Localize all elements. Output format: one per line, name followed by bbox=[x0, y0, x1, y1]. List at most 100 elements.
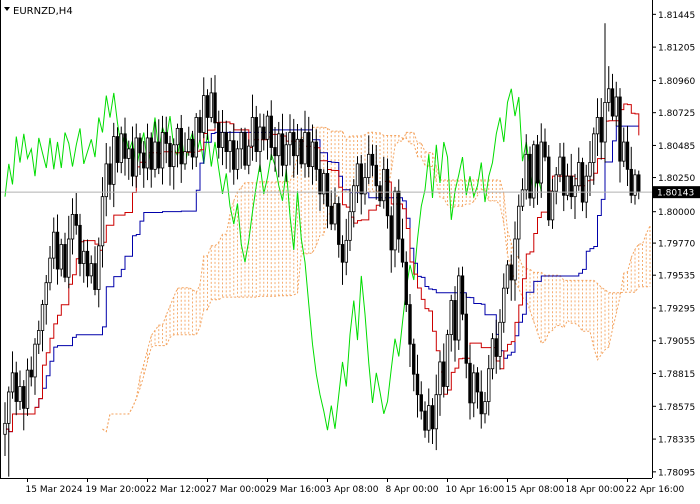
candle-body bbox=[599, 117, 603, 143]
candle-body bbox=[100, 196, 105, 247]
candle-body bbox=[33, 343, 37, 378]
candle-body bbox=[573, 185, 577, 198]
candle-body bbox=[637, 174, 641, 192]
candle-body bbox=[67, 238, 71, 278]
candle-body bbox=[307, 132, 311, 168]
candle-body bbox=[295, 138, 300, 157]
candle-body bbox=[445, 334, 450, 387]
candle-body bbox=[370, 153, 375, 166]
candle-body bbox=[348, 211, 352, 241]
candle-body bbox=[449, 300, 453, 336]
candle-body bbox=[524, 153, 528, 191]
time-tick-label: 8 Apr 00:00 bbox=[386, 485, 439, 495]
candle-body bbox=[48, 257, 52, 284]
candle-body bbox=[322, 173, 326, 195]
candle-body bbox=[123, 133, 127, 159]
candle-body bbox=[505, 264, 510, 289]
candle-body bbox=[153, 141, 157, 170]
candle-body bbox=[554, 174, 558, 192]
candle-body bbox=[217, 122, 221, 148]
candle-body bbox=[18, 386, 22, 402]
candle-body bbox=[472, 372, 476, 404]
price-tick-label: 1.78335 bbox=[658, 436, 695, 446]
candle-body bbox=[355, 163, 360, 187]
price-tick-label: 1.78095 bbox=[658, 468, 695, 478]
candle-body bbox=[7, 391, 11, 424]
symbol-header[interactable]: EURNZD,H4 bbox=[4, 6, 73, 17]
candle-body bbox=[82, 250, 86, 264]
candle-body bbox=[318, 168, 322, 195]
price-tick-label: 1.79770 bbox=[658, 240, 695, 250]
candle-body bbox=[164, 132, 168, 144]
candle-body bbox=[55, 231, 60, 270]
candle-body bbox=[423, 410, 427, 431]
candle-body bbox=[397, 190, 401, 240]
candle-body bbox=[580, 162, 585, 203]
candle-body bbox=[179, 127, 183, 165]
candle-body bbox=[202, 95, 206, 133]
candle-body bbox=[115, 136, 120, 163]
candle-body bbox=[160, 132, 165, 169]
candle-body bbox=[112, 136, 116, 185]
candle-body bbox=[333, 203, 337, 225]
candle-body bbox=[288, 132, 292, 146]
candle-body bbox=[539, 141, 543, 184]
candle-body bbox=[40, 304, 45, 331]
candle-body bbox=[127, 148, 131, 159]
candle-body bbox=[258, 126, 262, 152]
candle-body bbox=[235, 148, 240, 170]
candle-body bbox=[205, 95, 210, 118]
candle-body bbox=[262, 126, 266, 140]
candle-body bbox=[408, 304, 412, 345]
candle-body bbox=[558, 156, 562, 176]
candle-body bbox=[543, 141, 547, 158]
candle-body bbox=[502, 287, 506, 323]
candle-body bbox=[269, 115, 273, 148]
price-axis[interactable]: 1.81445 1.81205 1.80960 1.80725 1.80485 1.802… bbox=[652, 11, 695, 479]
candle-body bbox=[14, 372, 18, 402]
candle-body bbox=[438, 361, 442, 396]
price-chart[interactable]: 1.81445 1.81205 1.80960 1.80725 1.80485 1.802… bbox=[0, 0, 700, 500]
candle-body bbox=[314, 141, 318, 170]
candle-body bbox=[134, 137, 138, 177]
candle bbox=[457, 267, 461, 350]
candle-body bbox=[194, 117, 198, 158]
candle-body bbox=[412, 343, 416, 375]
candle-body bbox=[175, 127, 180, 146]
candle-body bbox=[569, 175, 573, 198]
candle-body bbox=[363, 177, 367, 195]
candle-body bbox=[460, 275, 465, 315]
price-tick-label: 1.79535 bbox=[658, 272, 695, 282]
candle-body bbox=[337, 203, 341, 245]
candle-body bbox=[213, 92, 217, 124]
candle-body bbox=[292, 132, 296, 157]
candle-body bbox=[352, 185, 356, 213]
candle-body bbox=[404, 261, 408, 305]
candle-body bbox=[239, 132, 243, 150]
chart-window[interactable]: 1.81445 1.81205 1.80960 1.80725 1.80485 1.802… bbox=[0, 0, 700, 500]
price-tick-label: 1.81205 bbox=[658, 44, 695, 54]
candle-body bbox=[400, 238, 405, 263]
candle-body bbox=[550, 190, 555, 221]
time-tick-label: 18 Apr 00:00 bbox=[566, 485, 625, 495]
price-tick-label: 1.81445 bbox=[658, 11, 695, 21]
candle-body bbox=[228, 140, 232, 152]
candle-body bbox=[325, 173, 330, 207]
candle-body bbox=[130, 148, 135, 177]
candle-body bbox=[280, 133, 285, 166]
candle-body bbox=[284, 144, 288, 166]
candle-body bbox=[577, 162, 581, 187]
candle-body bbox=[93, 263, 97, 290]
candle-body bbox=[629, 168, 633, 196]
current-price-tag: 1.80143 bbox=[653, 186, 700, 199]
candle-body bbox=[562, 156, 566, 196]
candle-body bbox=[157, 141, 161, 169]
candle-body bbox=[547, 156, 551, 221]
candle-body bbox=[374, 164, 378, 187]
candle-body bbox=[172, 144, 176, 168]
candle-body bbox=[584, 175, 588, 203]
candle-body bbox=[277, 133, 281, 157]
candle bbox=[528, 146, 532, 206]
candle-body bbox=[59, 244, 63, 270]
price-tick-label: 1.80250 bbox=[658, 174, 695, 184]
